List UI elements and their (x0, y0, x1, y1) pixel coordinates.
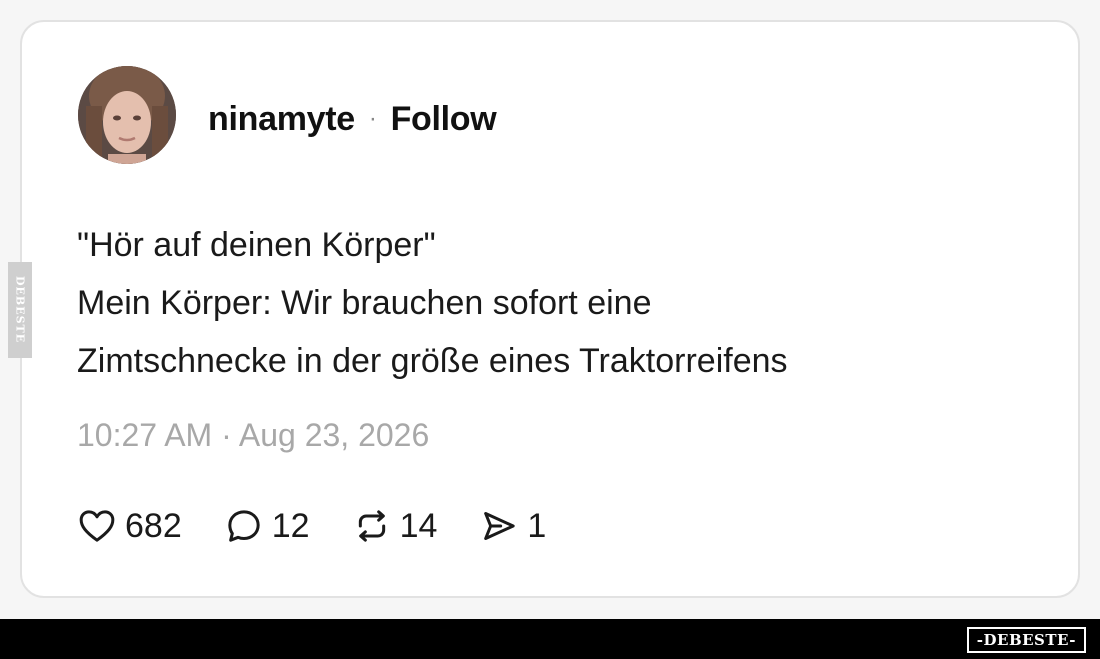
repost-button[interactable]: 14 (352, 506, 438, 546)
post-text: "Hör auf deinen Körper" Mein Körper: Wir… (77, 216, 788, 390)
like-button[interactable]: 682 (77, 506, 182, 546)
post-card: ninamyte · Follow "Hör auf deinen Körper… (20, 20, 1080, 598)
reply-button[interactable]: 12 (224, 506, 310, 546)
side-watermark-text: DEBESTE (13, 276, 27, 344)
post-header: ninamyte · Follow (208, 100, 497, 139)
post-timestamp: 10:27 AM · Aug 23, 2026 (77, 417, 430, 453)
post-text-line: "Hör auf deinen Körper" (77, 226, 436, 264)
heart-icon (79, 510, 115, 542)
send-icon (484, 512, 516, 540)
share-button[interactable]: 1 (479, 506, 546, 546)
separator-dot: · (368, 105, 377, 132)
username[interactable]: ninamyte (208, 100, 355, 139)
share-count: 1 (527, 506, 547, 545)
speech-bubble-icon (228, 510, 260, 542)
like-count: 682 (125, 506, 182, 545)
follow-button[interactable]: Follow (391, 100, 497, 139)
reply-count: 12 (271, 506, 310, 545)
repost-count: 14 (399, 506, 438, 545)
post-text-line: Zimtschnecke in der größe eines Traktorr… (77, 342, 788, 380)
bottom-bar: -DEBESTE- (0, 619, 1100, 659)
avatar[interactable] (78, 66, 176, 164)
action-bar: 682 12 14 1 (77, 506, 588, 546)
debeste-logo: -DEBESTE- (966, 627, 1086, 653)
post-text-line: Mein Körper: Wir brauchen sofort eine (77, 284, 652, 322)
repost-arrows-icon (358, 510, 385, 542)
side-watermark: DEBESTE (8, 262, 32, 358)
